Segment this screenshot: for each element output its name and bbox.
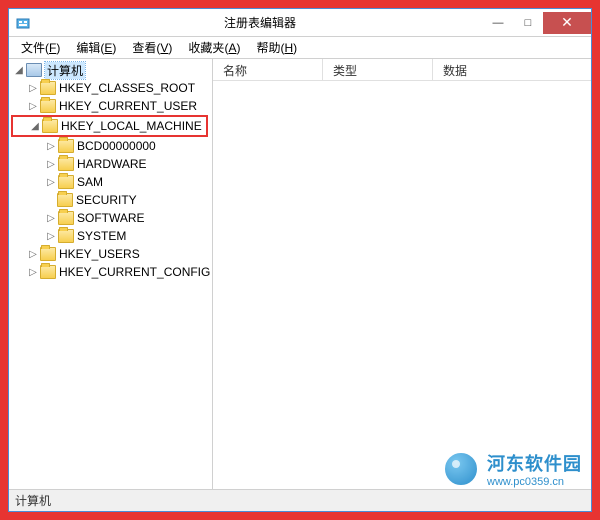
titlebar[interactable]: 注册表编辑器 — □ ✕: [9, 9, 591, 37]
list-pane: 名称 类型 数据: [213, 59, 591, 489]
folder-icon: [42, 119, 58, 133]
computer-icon: [26, 63, 42, 77]
highlight-annotation: ◢ HKEY_LOCAL_MACHINE: [11, 115, 208, 137]
tree-pane[interactable]: ◢ 计算机 ▷ HKEY_CLASSES_ROOT ▷ HKEY_CURRENT…: [9, 59, 213, 489]
tree-label: HARDWARE: [77, 157, 147, 171]
folder-icon: [40, 265, 56, 279]
statusbar: 计算机: [9, 489, 591, 511]
tree-label: HKEY_LOCAL_MACHINE: [61, 119, 202, 133]
menu-favorites[interactable]: 收藏夹(A): [180, 37, 248, 58]
tree-node-sam[interactable]: ▷ SAM: [9, 173, 212, 191]
folder-icon: [40, 99, 56, 113]
tree-node-hardware[interactable]: ▷ HARDWARE: [9, 155, 212, 173]
folder-icon: [58, 139, 74, 153]
content-area: ◢ 计算机 ▷ HKEY_CLASSES_ROOT ▷ HKEY_CURRENT…: [9, 59, 591, 489]
tree-node-software[interactable]: ▷ SOFTWARE: [9, 209, 212, 227]
tree-label: 计算机: [45, 62, 85, 79]
tree-node-hkcu[interactable]: ▷ HKEY_CURRENT_USER: [9, 97, 212, 115]
column-type[interactable]: 类型: [323, 59, 433, 80]
chevron-right-icon[interactable]: ▷: [27, 100, 39, 112]
chevron-right-icon[interactable]: ▷: [27, 82, 39, 94]
folder-icon: [58, 229, 74, 243]
folder-icon: [58, 157, 74, 171]
tree-label: SECURITY: [76, 193, 137, 207]
chevron-right-icon[interactable]: ▷: [45, 212, 57, 224]
tree-node-hkcc[interactable]: ▷ HKEY_CURRENT_CONFIG: [9, 263, 212, 281]
close-button[interactable]: ✕: [543, 12, 591, 34]
status-text: 计算机: [15, 494, 51, 508]
tree-label: BCD00000000: [77, 139, 156, 153]
list-header: 名称 类型 数据: [213, 59, 591, 81]
menu-view[interactable]: 查看(V): [124, 37, 180, 58]
maximize-button[interactable]: □: [513, 12, 543, 34]
folder-icon: [40, 81, 56, 95]
tree-node-hku[interactable]: ▷ HKEY_USERS: [9, 245, 212, 263]
tree-label: HKEY_CURRENT_CONFIG: [59, 265, 210, 279]
tree-node-bcd[interactable]: ▷ BCD00000000: [9, 137, 212, 155]
menubar: 文件(F) 编辑(E) 查看(V) 收藏夹(A) 帮助(H): [9, 37, 591, 59]
folder-icon: [58, 211, 74, 225]
tree-node-security[interactable]: SECURITY: [9, 191, 212, 209]
minimize-button[interactable]: —: [483, 12, 513, 34]
menu-edit[interactable]: 编辑(E): [68, 37, 124, 58]
regedit-icon: [15, 15, 31, 31]
menu-help[interactable]: 帮助(H): [248, 37, 305, 58]
tree-label: SYSTEM: [77, 229, 126, 243]
tree-label: HKEY_CURRENT_USER: [59, 99, 197, 113]
window-title: 注册表编辑器: [37, 14, 483, 31]
chevron-down-icon[interactable]: ◢: [13, 64, 25, 76]
chevron-right-icon[interactable]: ▷: [45, 140, 57, 152]
list-body[interactable]: [213, 81, 591, 489]
folder-icon: [58, 175, 74, 189]
folder-icon: [57, 193, 73, 207]
chevron-right-icon[interactable]: ▷: [27, 248, 39, 260]
folder-icon: [40, 247, 56, 261]
chevron-down-icon[interactable]: ◢: [29, 120, 41, 132]
chevron-right-icon[interactable]: ▷: [45, 176, 57, 188]
chevron-right-icon[interactable]: ▷: [27, 266, 39, 278]
registry-editor-window: 注册表编辑器 — □ ✕ 文件(F) 编辑(E) 查看(V) 收藏夹(A) 帮助…: [8, 8, 592, 512]
column-data[interactable]: 数据: [433, 59, 591, 80]
tree-label: SAM: [77, 175, 103, 189]
tree-node-hklm[interactable]: ◢ HKEY_LOCAL_MACHINE: [13, 117, 206, 135]
tree-label: SOFTWARE: [77, 211, 145, 225]
menu-file[interactable]: 文件(F): [13, 37, 68, 58]
chevron-right-icon[interactable]: ▷: [45, 230, 57, 242]
chevron-right-icon[interactable]: ▷: [45, 158, 57, 170]
tree-root-computer[interactable]: ◢ 计算机: [9, 61, 212, 79]
tree-label: HKEY_USERS: [59, 247, 140, 261]
tree-node-system[interactable]: ▷ SYSTEM: [9, 227, 212, 245]
column-name[interactable]: 名称: [213, 59, 323, 80]
tree-label: HKEY_CLASSES_ROOT: [59, 81, 195, 95]
tree-node-hkcr[interactable]: ▷ HKEY_CLASSES_ROOT: [9, 79, 212, 97]
window-controls: — □ ✕: [483, 12, 591, 34]
